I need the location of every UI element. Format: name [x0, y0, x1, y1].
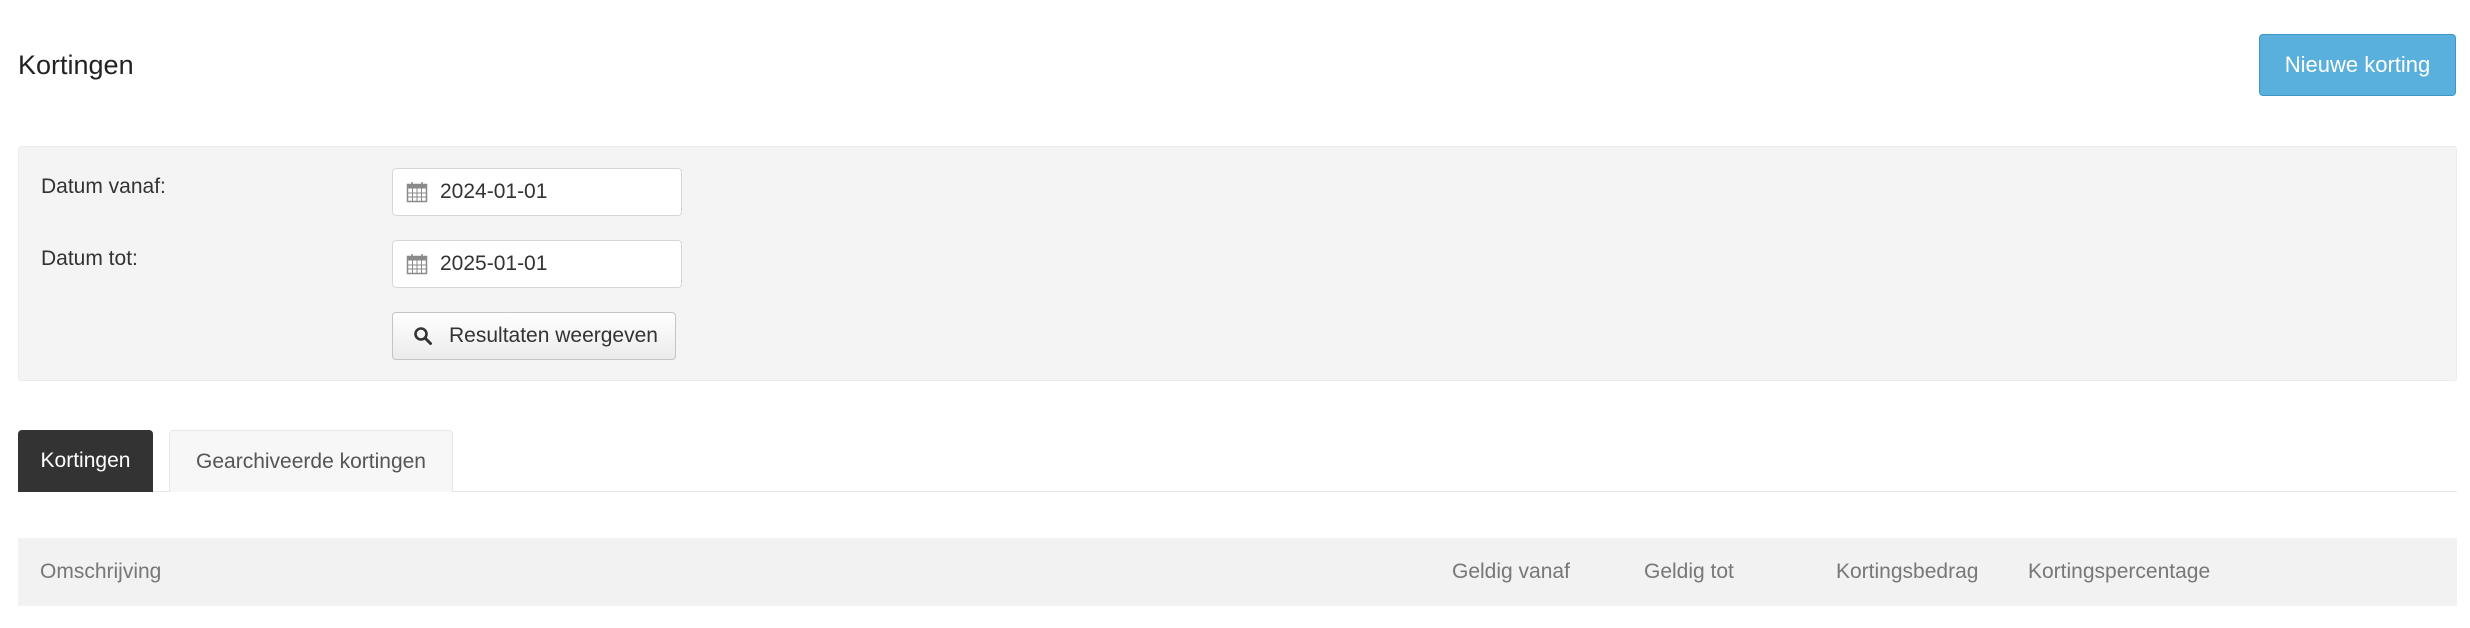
date-from-input[interactable]: 2024-01-01 [392, 168, 682, 216]
date-to-input[interactable]: 2025-01-01 [392, 240, 682, 288]
column-header-discount-percentage[interactable]: Kortingspercentage [2028, 538, 2210, 606]
search-icon [414, 327, 432, 345]
tab-archived-discounts[interactable]: Gearchiveerde kortingen [169, 430, 453, 492]
discounts-page: Kortingen Nieuwe korting Datum vanaf: 20… [0, 0, 2470, 628]
column-header-description[interactable]: Omschrijving [40, 538, 161, 606]
show-results-button[interactable]: Resultaten weergeven [392, 312, 676, 360]
date-to-label: Datum tot: [41, 247, 138, 270]
new-discount-button[interactable]: Nieuwe korting [2259, 34, 2456, 96]
date-from-value: 2024-01-01 [440, 180, 548, 203]
page-title: Kortingen [18, 50, 134, 80]
filter-panel: Datum vanaf: 2024-01-01 Datum tot: 2025-… [18, 146, 2457, 381]
table-header: Omschrijving Geldig vanaf Geldig tot Kor… [18, 538, 2457, 606]
show-results-label: Resultaten weergeven [449, 324, 658, 347]
tab-kortingen[interactable]: Kortingen [18, 430, 153, 492]
date-from-label: Datum vanaf: [41, 175, 166, 198]
column-header-valid-to[interactable]: Geldig tot [1644, 538, 1734, 606]
date-to-value: 2025-01-01 [440, 252, 548, 275]
column-header-valid-from[interactable]: Geldig vanaf [1452, 538, 1570, 606]
column-header-discount-amount[interactable]: Kortingsbedrag [1836, 538, 1978, 606]
calendar-icon [406, 182, 428, 203]
calendar-icon [406, 254, 428, 275]
tab-bar: Kortingen Gearchiveerde kortingen [18, 430, 2457, 492]
